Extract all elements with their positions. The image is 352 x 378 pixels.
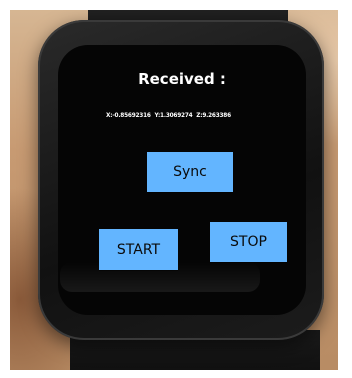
image-border-left	[0, 0, 10, 378]
readout-x: X:-0.85692316	[106, 111, 151, 119]
sensor-readout: X:-0.85692316 Y:1.3069274 Z:9.263386	[106, 111, 286, 119]
photo: Received : X:-0.85692316 Y:1.3069274 Z:9…	[0, 0, 352, 378]
readout-z: Z:9.263386	[196, 111, 231, 119]
image-border-top	[0, 0, 352, 10]
readout-y: Y:1.3069274	[154, 111, 193, 119]
image-border-bottom	[0, 370, 352, 378]
stop-button[interactable]: STOP	[210, 222, 287, 262]
start-button[interactable]: START	[99, 229, 178, 270]
image-border-right	[338, 0, 352, 378]
sync-button[interactable]: Sync	[147, 152, 233, 192]
received-title: Received :	[138, 70, 226, 88]
